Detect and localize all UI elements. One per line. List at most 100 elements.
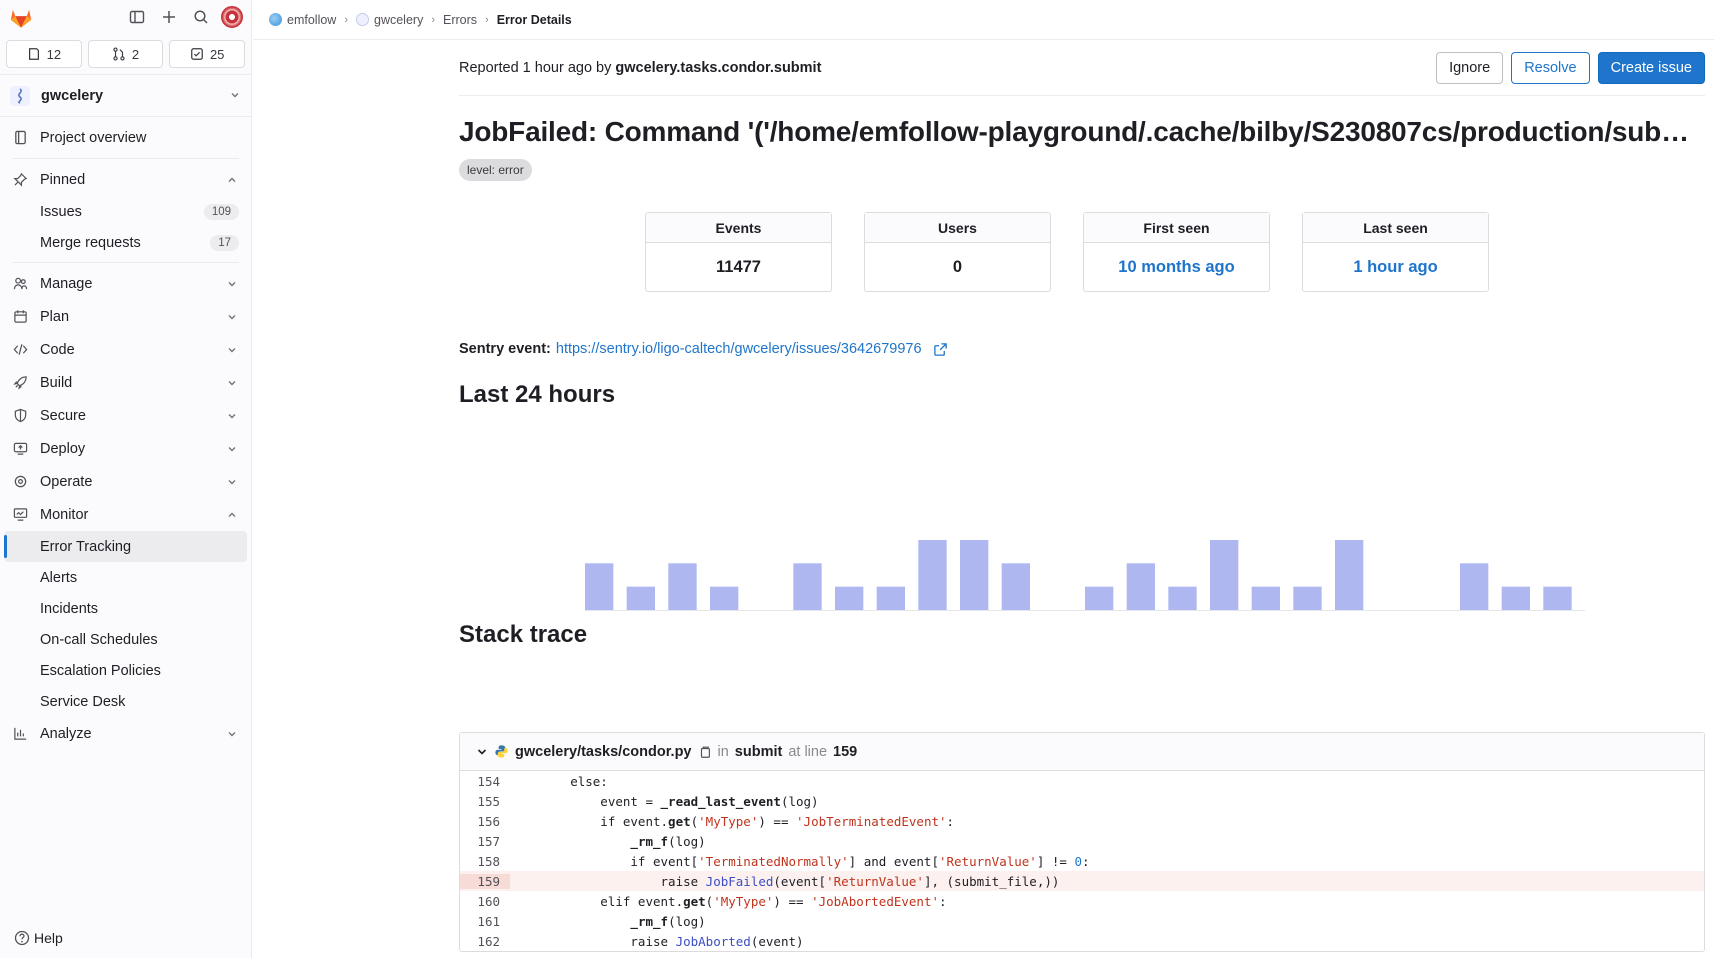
nav-project-overview[interactable]: Project overview [0, 121, 251, 154]
stack-frame-header[interactable]: gwcelery/tasks/condor.py in submit at li… [460, 733, 1704, 771]
nav-label: Escalation Policies [40, 662, 161, 679]
line-number: 159 [460, 873, 510, 889]
nav-pinned-issues[interactable]: Issues 109 [0, 196, 251, 227]
stack-frame-line: 159 [833, 743, 858, 760]
sentry-label: Sentry event: [459, 341, 551, 357]
resolve-button[interactable]: Resolve [1511, 51, 1590, 84]
search-icon[interactable] [187, 3, 215, 31]
nav-build[interactable]: Build [0, 366, 251, 399]
gitlab-logo-icon[interactable] [8, 4, 34, 30]
nav-deploy[interactable]: Deploy [0, 432, 251, 465]
nav-label: Monitor [40, 506, 89, 523]
monitor-icon [12, 507, 28, 523]
merge-requests-badge: 17 [210, 234, 239, 251]
plus-icon[interactable] [155, 3, 183, 31]
user-avatar[interactable] [221, 6, 243, 28]
chart-bar [918, 540, 947, 610]
issues-count-button[interactable]: 12 [6, 40, 82, 68]
stat-label: Users [865, 213, 1050, 243]
nav-pinned[interactable]: Pinned [0, 163, 251, 196]
nav-label: Error Tracking [40, 538, 132, 555]
stat-value: 0 [952, 257, 963, 276]
nav-pinned-merge-requests[interactable]: Merge requests 17 [0, 227, 251, 258]
planning-icon [12, 309, 28, 325]
merge-request-icon [113, 47, 125, 61]
last-24-hours-chart [585, 540, 1585, 611]
nav-label: Issues [40, 203, 82, 220]
code-line: 159 raise JobFailed(event['ReturnValue']… [460, 871, 1704, 891]
breadcrumb-item-errors[interactable]: Errors [443, 13, 477, 27]
chart-bar [1001, 563, 1030, 610]
chart-bar [1168, 586, 1197, 610]
breadcrumb-item-error-details[interactable]: Error Details [497, 13, 572, 27]
chevron-down-icon [225, 310, 239, 324]
sidebar-toggle-icon[interactable] [123, 3, 151, 31]
copy-icon[interactable] [698, 745, 712, 759]
nav-label: Pinned [40, 171, 86, 188]
external-link-icon[interactable] [933, 342, 948, 357]
line-number: 154 [477, 773, 500, 789]
help-label: Help [34, 930, 63, 946]
nav-code[interactable]: Code [0, 333, 251, 366]
nav-secure[interactable]: Secure [0, 399, 251, 432]
breadcrumb-item-gwcelery[interactable]: gwcelery [356, 13, 423, 27]
cloud-gear-icon [12, 474, 28, 490]
nav-label: Plan [40, 308, 70, 325]
nav-error-tracking[interactable]: Error Tracking [4, 531, 247, 562]
nav-label: Service Desk [40, 693, 126, 710]
breadcrumb-label: Error Details [496, 12, 572, 27]
last-24-hours-heading: Last 24 hours [459, 381, 616, 408]
breadcrumb-item-emfollow[interactable]: emfollow [269, 13, 336, 27]
nav-label: Incidents [40, 600, 99, 617]
stat-value: 11477 [716, 257, 761, 276]
nav-service-desk[interactable]: Service Desk [0, 686, 251, 717]
create-issue-button[interactable]: Create issue [1597, 51, 1705, 84]
last-seen-link[interactable]: 1 hour ago [1303, 243, 1488, 291]
todos-count-button[interactable]: 25 [169, 40, 246, 68]
nav-plan[interactable]: Plan [0, 300, 251, 333]
chevron-down-icon [225, 475, 239, 489]
todos-count: 25 [209, 46, 225, 62]
at-line-word: at line [788, 743, 828, 760]
merge-requests-count-button[interactable]: 2 [87, 40, 164, 68]
chevron-down-icon[interactable] [476, 746, 488, 758]
chevron-up-icon [225, 173, 239, 187]
stack-frame-file: gwcelery/tasks/condor.py [515, 743, 692, 760]
chevron-down-icon [225, 442, 239, 456]
chevron-up-icon [225, 508, 239, 522]
chevron-right-icon: › [344, 13, 348, 26]
issues-icon [28, 48, 39, 60]
breadcrumb-label: gwcelery [374, 12, 424, 27]
code-line: 162 raise JobAborted(event) [460, 931, 1704, 951]
nav-label: Secure [40, 407, 86, 424]
nav-analyze[interactable]: Analyze [0, 717, 251, 750]
line-number: 161 [477, 913, 500, 929]
chart-bar [1501, 586, 1530, 610]
project-switcher[interactable]: gwcelery [0, 75, 251, 117]
chevron-down-icon [225, 277, 239, 291]
nav-monitor[interactable]: Monitor [0, 498, 251, 531]
code-text: else: [510, 773, 608, 789]
nav-manage[interactable]: Manage [0, 267, 251, 300]
level-badge: level: error [459, 159, 532, 181]
code-text: elif event.get('MyType') == 'JobAbortedE… [510, 893, 947, 909]
ignore-button[interactable]: Ignore [1436, 51, 1504, 84]
line-number: 158 [477, 853, 500, 869]
code-block: 154 else: 155 event = _read_last_event(lo… [460, 771, 1704, 951]
chart-bar [626, 586, 655, 610]
nav-operate[interactable]: Operate [0, 465, 251, 498]
nav-escalation-policies[interactable]: Escalation Policies [0, 655, 251, 686]
code-icon [12, 342, 28, 358]
help-button[interactable]: Help [14, 930, 63, 946]
nav-incidents[interactable]: Incidents [0, 593, 251, 624]
line-number: 160 [477, 893, 500, 909]
line-number: 156 [477, 813, 500, 829]
stat-last-seen: Last seen 1 hour ago [1302, 212, 1489, 292]
chart-bar [668, 563, 697, 610]
users-icon [12, 276, 28, 292]
sentry-link[interactable]: https://sentry.io/ligo-caltech/gwcelery/… [556, 341, 922, 357]
nav-on-call-schedules[interactable]: On-call Schedules [0, 624, 251, 655]
nav-alerts[interactable]: Alerts [0, 562, 251, 593]
first-seen-link[interactable]: 10 months ago [1084, 243, 1269, 291]
code-text: _rm_f(log) [630, 833, 706, 849]
